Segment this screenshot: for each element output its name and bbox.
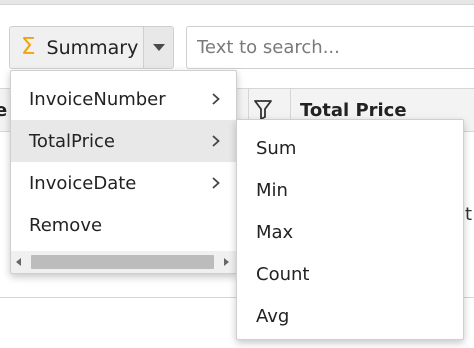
submenu-item-sum[interactable]: Sum [237, 127, 463, 169]
submenu-item-label: Sum [256, 137, 297, 159]
sigma-icon: Σ [21, 34, 36, 60]
grid-column-header-total-price[interactable]: Total Price [300, 100, 407, 121]
menu-item-label: TotalPrice [29, 130, 115, 152]
submenu-item-label: Count [256, 263, 310, 285]
submenu-item-label: Min [256, 179, 288, 201]
menu-item-invoicedate[interactable]: InvoiceDate [11, 162, 236, 204]
menu-item-label: Remove [29, 214, 103, 236]
summary-button-label: Summary [46, 36, 139, 59]
aggregate-submenu: Sum Min Max Count Avg [236, 119, 464, 340]
menu-item-remove[interactable]: Remove [11, 204, 236, 246]
top-divider [0, 4, 474, 5]
submenu-item-label: Avg [256, 305, 290, 327]
summary-button[interactable]: Σ Summary [9, 26, 143, 69]
submenu-item-max[interactable]: Max [237, 211, 463, 253]
submenu-item-avg[interactable]: Avg [237, 295, 463, 337]
menu-item-totalprice[interactable]: TotalPrice [11, 120, 236, 162]
caret-down-icon [152, 44, 165, 51]
summary-menu: InvoiceNumber TotalPrice InvoiceDate Rem… [10, 70, 237, 274]
menu-item-label: InvoiceDate [29, 172, 137, 194]
menu-item-label: InvoiceNumber [29, 88, 166, 110]
chevron-right-icon [212, 177, 220, 189]
menu-item-invoicenumber[interactable]: InvoiceNumber [11, 78, 236, 120]
chevron-right-icon [212, 135, 220, 147]
grid-column-header-partial: e [0, 100, 8, 121]
summary-dropdown-button[interactable] [143, 26, 174, 69]
submenu-item-label: Max [256, 221, 294, 243]
scrollbar-thumb[interactable] [31, 255, 214, 269]
chevron-right-icon [212, 93, 220, 105]
submenu-item-min[interactable]: Min [237, 169, 463, 211]
scroll-right-icon[interactable] [224, 258, 229, 266]
search-input[interactable] [186, 26, 474, 69]
grid-cell-partial: t [465, 204, 473, 225]
horizontal-scrollbar[interactable] [11, 251, 236, 273]
submenu-item-count[interactable]: Count [237, 253, 463, 295]
scroll-left-icon[interactable] [16, 258, 21, 266]
